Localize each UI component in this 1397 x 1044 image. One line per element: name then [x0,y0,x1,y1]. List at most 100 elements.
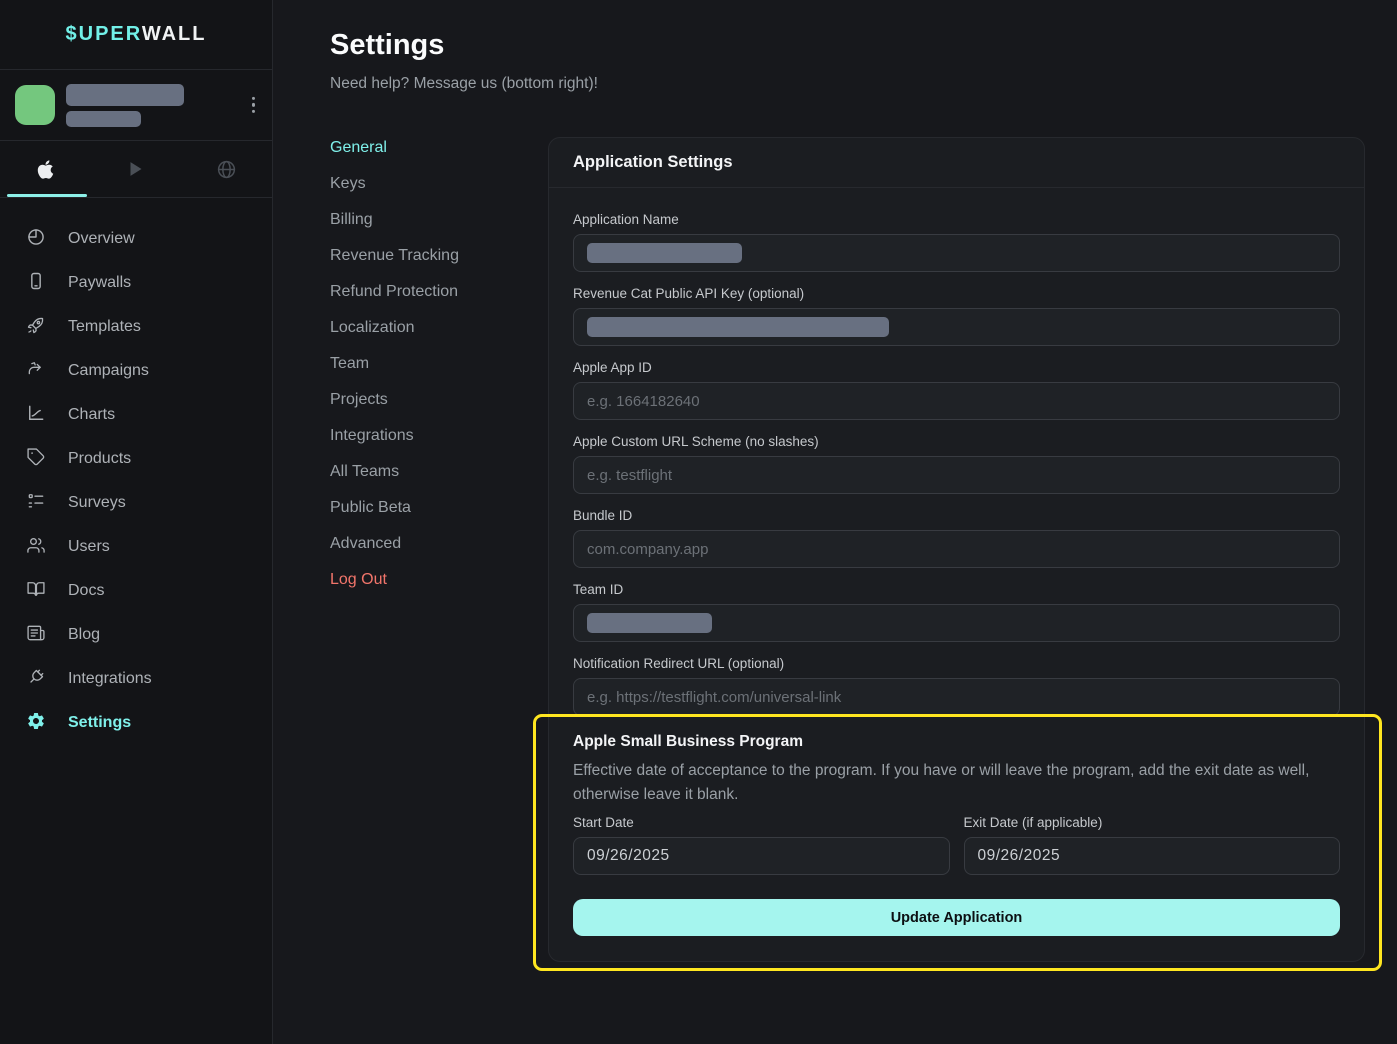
application-name-input[interactable] [573,234,1340,272]
plug-icon [26,667,46,692]
redacted-text-bar [66,84,184,106]
subnav-revenue-tracking[interactable]: Revenue Tracking [330,245,548,267]
sidebar-item-products[interactable]: Products [0,437,272,481]
sidebar-item-overview[interactable]: Overview [0,217,272,261]
sidebar-item-integrations[interactable]: Integrations [0,657,272,701]
field-revenuecat-api-key: Revenue Cat Public API Key (optional) [573,286,1340,346]
notification-redirect-url-input[interactable] [573,678,1340,716]
redacted-value-bar [587,613,712,633]
field-apple-app-id: Apple App ID [573,360,1340,420]
users-icon [26,535,46,560]
field-label: Bundle ID [573,508,1340,524]
apple-icon [35,159,56,180]
sidebar-item-templates[interactable]: Templates [0,305,272,349]
subnav-integrations[interactable]: Integrations [330,425,548,447]
sidebar-item-label: Settings [68,714,131,732]
subnav-advanced[interactable]: Advanced [330,533,548,555]
tab-web[interactable] [181,141,272,197]
active-tab-indicator [7,194,87,197]
subnav-projects[interactable]: Projects [330,389,548,411]
logo-rest-text: WALL [142,23,207,45]
sidebar-item-docs[interactable]: Docs [0,569,272,613]
sidebar-item-label: Templates [68,318,141,336]
sidebar-item-label: Paywalls [68,274,131,292]
field-team-id: Team ID [573,582,1340,642]
kebab-menu-icon[interactable] [248,93,259,117]
main-content: Settings Need help? Message us (bottom r… [273,0,1397,1044]
line-chart-icon [26,403,46,428]
bundle-id-input[interactable] [573,530,1340,568]
platform-tabs [0,141,272,198]
app-avatar [15,85,55,125]
field-label: Apple Custom URL Scheme (no slashes) [573,434,1340,450]
phone-icon [26,271,46,296]
book-icon [26,579,46,604]
subnav-log-out[interactable]: Log Out [330,569,548,591]
redacted-value-bar [587,243,742,263]
revenuecat-api-key-input[interactable] [573,308,1340,346]
sidebar-item-label: Blog [68,626,100,644]
sidebar-item-label: Products [68,450,131,468]
section-description: Effective date of acceptance to the prog… [573,759,1340,806]
tab-apple[interactable] [0,141,91,197]
superwall-logo: $UPERWALL [66,23,207,46]
play-icon [125,158,147,180]
redacted-text-bar [66,111,141,127]
section-title: Apple Small Business Program [573,732,1340,751]
page-title: Settings [330,28,1365,62]
field-notification-redirect-url: Notification Redirect URL (optional) [573,656,1340,716]
subnav-keys[interactable]: Keys [330,173,548,195]
field-application-name: Application Name [573,212,1340,272]
panel-body: Application Name Revenue Cat Public API … [549,188,1364,961]
subnav-localization[interactable]: Localization [330,317,548,339]
field-bundle-id: Bundle ID [573,508,1340,568]
sidebar: $UPERWALL [0,0,273,1044]
logo-accent-text: $UPER [66,23,142,45]
redacted-value-bar [587,317,889,337]
logo-row: $UPERWALL [0,0,272,70]
sidebar-item-paywalls[interactable]: Paywalls [0,261,272,305]
sidebar-item-campaigns[interactable]: Campaigns [0,349,272,393]
sidebar-item-surveys[interactable]: Surveys [0,481,272,525]
sidebar-item-label: Users [68,538,110,556]
subnav-public-beta[interactable]: Public Beta [330,497,548,519]
pie-chart-icon [26,227,46,252]
team-id-input[interactable] [573,604,1340,642]
sidebar-nav: Overview Paywalls Templates Campaigns Ch… [0,198,272,745]
sidebar-item-label: Overview [68,230,135,248]
sidebar-item-label: Docs [68,582,104,600]
rocket-icon [26,315,46,340]
subnav-general[interactable]: General [330,137,548,159]
field-label: Exit Date (if applicable) [964,815,1341,831]
sidebar-item-blog[interactable]: Blog [0,613,272,657]
workspace-switcher[interactable] [0,70,272,141]
field-label: Team ID [573,582,1340,598]
tag-icon [26,447,46,472]
subnav-refund-protection[interactable]: Refund Protection [330,281,548,303]
application-settings-panel: Application Settings Application Name Re… [548,137,1365,962]
exit-date-input[interactable] [964,837,1341,875]
tab-google-play[interactable] [91,141,182,197]
sidebar-item-users[interactable]: Users [0,525,272,569]
share-arrow-icon [26,359,46,384]
field-label: Apple App ID [573,360,1340,376]
gear-icon [26,711,46,736]
field-label: Application Name [573,212,1340,228]
field-start-date: Start Date [573,815,950,875]
panel-title: Application Settings [549,138,1364,188]
sidebar-item-charts[interactable]: Charts [0,393,272,437]
field-label: Revenue Cat Public API Key (optional) [573,286,1340,302]
update-application-button[interactable]: Update Application [573,899,1340,936]
field-label: Notification Redirect URL (optional) [573,656,1340,672]
apple-url-scheme-input[interactable] [573,456,1340,494]
app-window: $UPERWALL [0,0,1397,1044]
sidebar-item-label: Campaigns [68,362,149,380]
settings-subnav: General Keys Billing Revenue Tracking Re… [330,137,548,962]
sidebar-item-settings[interactable]: Settings [0,701,272,745]
start-date-input[interactable] [573,837,950,875]
subnav-billing[interactable]: Billing [330,209,548,231]
subnav-all-teams[interactable]: All Teams [330,461,548,483]
globe-icon [216,159,237,180]
apple-app-id-input[interactable] [573,382,1340,420]
subnav-team[interactable]: Team [330,353,548,375]
